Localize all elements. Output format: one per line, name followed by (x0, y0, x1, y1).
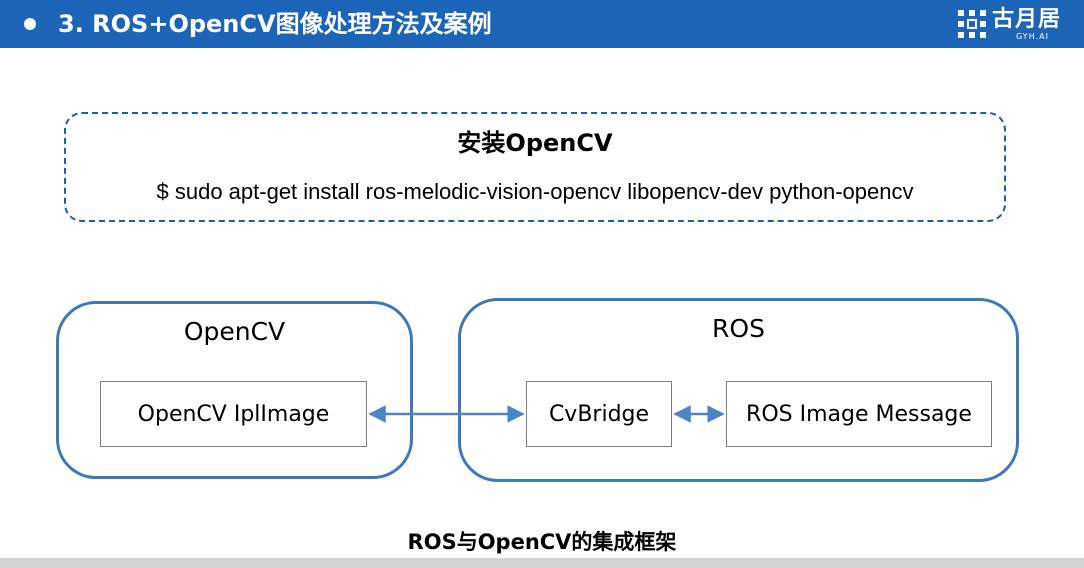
logo-name: 古月居 (992, 7, 1062, 32)
logo-subtext: GYH.AI (1016, 32, 1049, 41)
ros-group-title: ROS (712, 314, 765, 343)
install-title: 安装OpenCV (457, 129, 613, 157)
opencv-group-title: OpenCV (183, 317, 286, 346)
install-box: 安装OpenCV $ sudo apt-get install ros-melo… (64, 112, 1006, 222)
install-command: $ sudo apt-get install ros-melodic-visio… (156, 179, 914, 204)
edge-layer (368, 405, 725, 423)
gyh-logo-icon (958, 10, 986, 38)
node-cvbridge: CvBridge (526, 381, 672, 447)
footer-band (0, 558, 1084, 568)
slide-title: 3. ROS+OpenCV图像处理方法及案例 (58, 10, 492, 38)
diagram-caption: ROS与OpenCV的集成框架 (407, 530, 677, 554)
bullet-icon (24, 18, 36, 30)
node-ros-image-message: ROS Image Message (726, 381, 992, 447)
node-opencv-iplimage: OpenCV IplImage (100, 381, 367, 447)
header-bar: 3. ROS+OpenCV图像处理方法及案例 古月居 GYH.AI (0, 0, 1084, 48)
brand-logo: 古月居 GYH.AI (954, 4, 1074, 44)
